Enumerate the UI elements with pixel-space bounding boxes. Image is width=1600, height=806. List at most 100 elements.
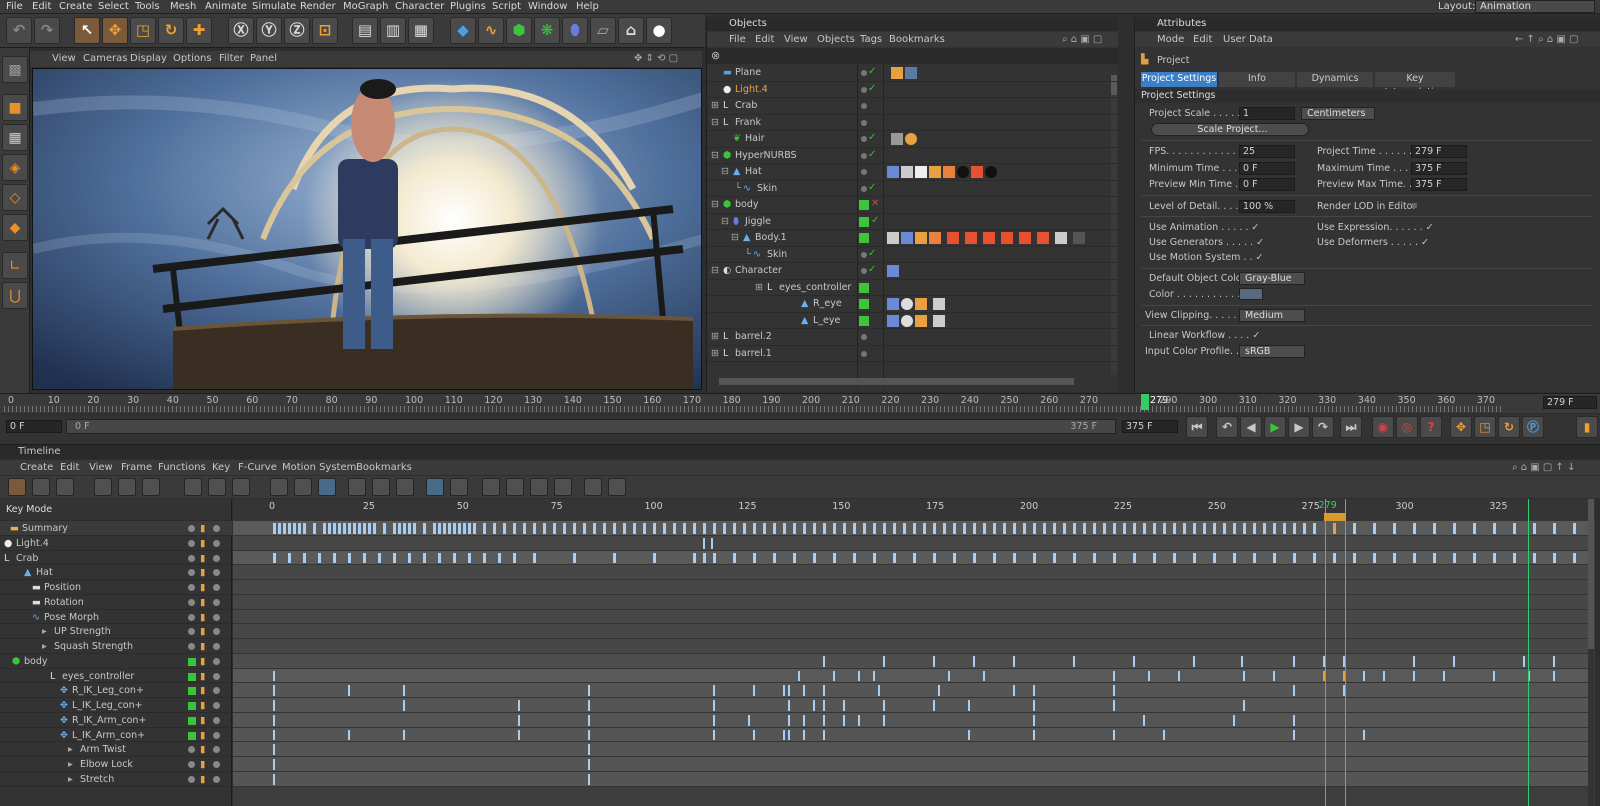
fcurve-mode-button[interactable] xyxy=(32,478,50,496)
deformer-button[interactable]: ⬮ xyxy=(562,17,588,44)
keyframe[interactable] xyxy=(303,552,306,564)
use-motion-system-label[interactable]: Use Motion System . . ✓ xyxy=(1149,252,1263,263)
keyframe[interactable] xyxy=(358,523,361,534)
key-row[interactable] xyxy=(233,668,1588,684)
keyframe[interactable] xyxy=(933,523,936,534)
track-state-icon[interactable]: ▮ xyxy=(200,582,205,593)
live-selection-button[interactable]: ↖ xyxy=(74,17,100,44)
keyframe[interactable] xyxy=(503,523,506,534)
keyframe[interactable] xyxy=(1363,670,1365,682)
keyframe[interactable] xyxy=(903,523,906,534)
zero-angle-button[interactable] xyxy=(584,478,602,496)
keyframe[interactable] xyxy=(1333,523,1336,534)
max-time-field[interactable]: 375 F xyxy=(1411,162,1467,175)
timeline-menu-bookmarks[interactable]: Bookmarks xyxy=(356,462,412,473)
track-row[interactable]: ▸ Squash Strength ▮ xyxy=(0,639,232,654)
keyframe[interactable] xyxy=(563,523,566,534)
zero-length-button[interactable] xyxy=(554,478,572,496)
menu-simulate[interactable]: Simulate xyxy=(252,0,296,13)
keyframe[interactable] xyxy=(773,552,776,564)
keyframe[interactable] xyxy=(1093,552,1096,564)
keyframe[interactable] xyxy=(288,552,291,564)
track-enable-toggle[interactable] xyxy=(188,731,196,740)
track-row[interactable]: ▸ Stretch ▮ xyxy=(0,772,232,787)
key-row[interactable] xyxy=(233,771,1588,787)
track-solo-toggle[interactable] xyxy=(213,746,220,754)
render-picture-viewer-button[interactable]: ▥ xyxy=(380,17,406,44)
ease-both-button[interactable] xyxy=(396,478,414,496)
keyframe[interactable] xyxy=(573,523,576,534)
key-row[interactable] xyxy=(233,580,1588,595)
viewport-menu-filter[interactable]: Filter xyxy=(219,53,244,64)
expand-icon[interactable]: ⊞ xyxy=(711,348,719,359)
enabled-check[interactable]: ✓ xyxy=(868,83,876,94)
time-ruler[interactable]: 0 10 20 30 40 50 60 70 80 90 100 110 120 130 140 150 160… xyxy=(0,393,1600,413)
keyframe[interactable] xyxy=(573,552,576,564)
keyframe[interactable] xyxy=(278,523,281,534)
keyframe[interactable] xyxy=(403,700,405,711)
keyframe[interactable] xyxy=(973,523,976,534)
keyframe[interactable] xyxy=(1333,552,1336,564)
keyframe[interactable] xyxy=(343,523,346,534)
keyframe[interactable] xyxy=(823,523,826,534)
keyframe[interactable] xyxy=(423,523,426,534)
keyframe[interactable] xyxy=(613,552,616,564)
attributes-nav-icons[interactable]: ← ↑ ⌕ ⌂ ▣ ▢ xyxy=(1515,34,1579,45)
keyframe[interactable] xyxy=(513,523,516,534)
keyframe[interactable] xyxy=(588,744,590,755)
keyframe[interactable] xyxy=(703,552,706,564)
go-to-end-button[interactable]: ⏭ xyxy=(1340,416,1362,438)
spline-interp-button[interactable] xyxy=(270,478,288,496)
visibility-dot[interactable] xyxy=(861,169,867,175)
menu-edit[interactable]: Edit xyxy=(32,0,51,13)
keyframe[interactable] xyxy=(1233,714,1235,726)
objects-menu-file[interactable]: File xyxy=(729,34,746,45)
tab-project-settings[interactable]: Project Settings xyxy=(1141,72,1217,87)
track-enable-toggle[interactable] xyxy=(188,613,195,621)
keyframe[interactable] xyxy=(743,523,746,534)
track-state-icon[interactable]: ▮ xyxy=(200,567,205,578)
enabled-check[interactable]: ✓ xyxy=(868,66,876,77)
keyframe[interactable] xyxy=(1043,523,1046,534)
keyframe[interactable] xyxy=(1073,552,1076,564)
keyframe[interactable] xyxy=(463,523,466,534)
keyframe[interactable] xyxy=(833,552,836,564)
keyframe[interactable] xyxy=(753,729,755,741)
rotate-tool-button[interactable]: ↻ xyxy=(158,17,184,44)
keyframe[interactable] xyxy=(823,685,825,696)
track-solo-toggle[interactable] xyxy=(213,643,220,650)
phong-tag-icon[interactable] xyxy=(905,133,917,145)
keyframe[interactable] xyxy=(693,552,696,564)
object-row[interactable]: ❦ Hair ✓ xyxy=(707,131,1119,148)
timeline-menu-fcurve[interactable]: F-Curve xyxy=(238,462,277,473)
track-row[interactable]: ▸ UP Strength ▮ xyxy=(0,624,232,639)
3d-viewport[interactable] xyxy=(32,68,702,390)
keyframe[interactable] xyxy=(873,670,875,682)
viewport-menu-display[interactable]: Display xyxy=(130,53,167,64)
object-row[interactable]: ⊞ Lbarrel.1 xyxy=(707,346,1119,362)
keyframe[interactable] xyxy=(348,523,351,534)
enabled-check[interactable]: ✓ xyxy=(868,264,876,275)
keyframe[interactable] xyxy=(348,729,350,741)
automatic-mode-button[interactable] xyxy=(118,478,136,496)
track-enable-toggle[interactable] xyxy=(188,598,195,606)
pose-morph-tag-icon[interactable] xyxy=(901,166,913,178)
track-solo-toggle[interactable] xyxy=(213,569,220,577)
keyframe[interactable] xyxy=(1413,552,1416,564)
keyframe[interactable] xyxy=(403,523,406,534)
track-solo-toggle[interactable] xyxy=(213,775,220,783)
phong-tag-icon[interactable] xyxy=(929,166,941,178)
camera-button[interactable]: ⌂ xyxy=(618,17,644,44)
polygon-selection-tag-icon[interactable] xyxy=(965,232,977,244)
mograph-button[interactable]: ❋ xyxy=(534,17,560,44)
keyframe[interactable] xyxy=(403,685,405,696)
keyframe[interactable] xyxy=(1113,729,1115,741)
polygon-selection-tag-icon[interactable] xyxy=(1001,232,1013,244)
keyframe[interactable] xyxy=(878,685,880,696)
target-tag-icon[interactable] xyxy=(887,314,899,327)
keyframe[interactable] xyxy=(713,552,716,564)
objects-menu-bookmarks[interactable]: Bookmarks xyxy=(889,34,945,45)
keyframe[interactable] xyxy=(383,523,386,534)
keyframe[interactable] xyxy=(1233,523,1236,534)
visibility-dot[interactable] xyxy=(861,103,867,109)
